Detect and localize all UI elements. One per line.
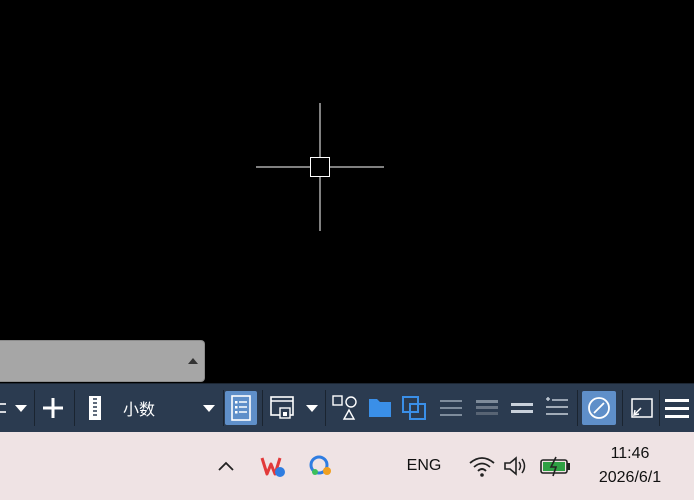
clean-screen-button[interactable] bbox=[626, 391, 658, 425]
customization-menu-button[interactable] bbox=[660, 391, 694, 425]
equals-icon bbox=[511, 403, 533, 413]
annotation-button[interactable] bbox=[540, 391, 574, 425]
chevron-up-icon bbox=[218, 461, 234, 471]
snap-button[interactable] bbox=[36, 391, 70, 425]
battery-charging-icon bbox=[540, 456, 570, 477]
folder-icon bbox=[369, 399, 391, 417]
quick-properties-button[interactable] bbox=[225, 391, 257, 425]
lineweight-icon bbox=[440, 400, 462, 416]
status-bar: 小数 bbox=[0, 383, 694, 432]
chevron-down-icon bbox=[203, 405, 215, 412]
chevron-down-icon bbox=[306, 405, 318, 412]
hardware-acceleration-button[interactable] bbox=[582, 391, 616, 425]
quick-properties-icon bbox=[231, 395, 251, 421]
overlap-button[interactable] bbox=[398, 391, 432, 425]
cloud-app-icon bbox=[309, 455, 331, 475]
clock-time[interactable]: 11:46 bbox=[590, 442, 670, 466]
taskbar: ENG 11:46 2026/6/1 bbox=[0, 432, 694, 500]
transparency-icon bbox=[476, 400, 498, 415]
crosshair-cursor-icon bbox=[256, 103, 384, 231]
units-dropdown-button[interactable] bbox=[196, 391, 222, 425]
folder-button[interactable] bbox=[364, 391, 396, 425]
workspace-dropdown-button[interactable] bbox=[300, 391, 324, 425]
wps-icon bbox=[260, 457, 285, 477]
ruler-icon bbox=[89, 396, 101, 420]
command-line-panel[interactable] bbox=[0, 340, 205, 382]
workspace-icon bbox=[270, 396, 294, 419]
volume-button[interactable] bbox=[500, 452, 530, 480]
language-indicator[interactable]: ENG bbox=[398, 454, 450, 478]
wifi-icon bbox=[469, 457, 495, 477]
transparency-button[interactable] bbox=[470, 391, 504, 425]
drawing-canvas[interactable] bbox=[0, 0, 694, 382]
workspace-button[interactable] bbox=[266, 391, 300, 425]
wifi-button[interactable] bbox=[466, 452, 498, 480]
speaker-icon bbox=[504, 456, 526, 476]
units-button[interactable] bbox=[80, 391, 110, 425]
plus-icon bbox=[43, 398, 63, 418]
isolate-objects-button[interactable] bbox=[328, 391, 362, 425]
grid-icon bbox=[0, 403, 27, 413]
expand-up-icon[interactable] bbox=[188, 358, 198, 364]
lineweight-button[interactable] bbox=[434, 391, 468, 425]
clock-date[interactable]: 2026/6/1 bbox=[586, 466, 674, 490]
wps-tray-button[interactable] bbox=[258, 452, 288, 480]
compass-icon bbox=[588, 397, 610, 419]
selection-cycling-button[interactable] bbox=[506, 391, 538, 425]
units-label[interactable]: 小数 bbox=[116, 391, 162, 425]
overlap-icon bbox=[402, 396, 426, 420]
list-plus-icon bbox=[546, 397, 568, 415]
app-tray-button[interactable] bbox=[306, 452, 336, 480]
grid-dropdown-button[interactable] bbox=[0, 391, 32, 425]
battery-button[interactable] bbox=[538, 452, 572, 480]
hamburger-icon bbox=[665, 399, 689, 418]
shapes-icon bbox=[332, 395, 357, 420]
fullscreen-icon bbox=[631, 398, 653, 418]
show-hidden-icons-button[interactable] bbox=[212, 452, 240, 480]
